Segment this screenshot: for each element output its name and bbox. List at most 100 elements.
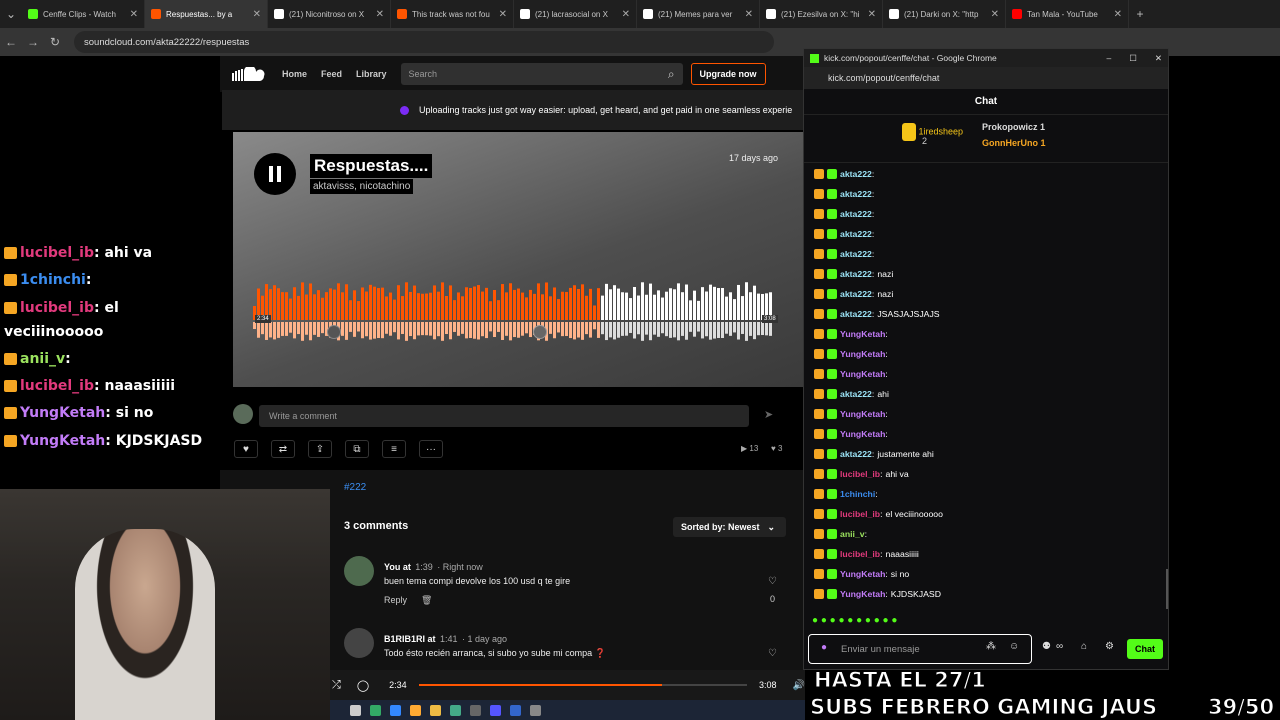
chat-username[interactable]: akta222 [840,249,872,259]
browser-tab[interactable]: (21) Memes para ver ✕ [637,0,760,28]
forward-icon[interactable]: → [22,35,44,49]
shuffle-icon[interactable]: ⤮ [332,679,341,692]
taskbar-app-icon[interactable] [490,704,501,716]
settings-icon[interactable] [530,704,541,716]
more-button[interactable]: ··· [419,440,443,458]
gift-icon[interactable]: ⚉ [1042,641,1051,652]
tab-close-icon[interactable]: ✕ [253,9,261,20]
browser-tab[interactable]: (21) Niconitroso on X ✕ [268,0,391,28]
chat-username[interactable]: anii_v [840,529,865,539]
maximize-icon[interactable]: ☐ [1129,53,1137,64]
nav-feed[interactable]: Feed [321,69,342,79]
browser-tab[interactable]: Tan Mala - YouTube ✕ [1006,0,1129,28]
chat-username[interactable]: akta222 [840,449,872,459]
chat-username[interactable]: lucibel_ib [840,509,880,519]
tab-close-icon[interactable]: ✕ [868,9,876,20]
comment-like-icon[interactable]: ♡ [768,648,777,659]
minimize-icon[interactable]: – [1107,53,1112,63]
back-icon[interactable]: ← [0,35,22,49]
tab-close-icon[interactable]: ✕ [622,9,630,20]
soundcloud-logo-icon[interactable] [232,67,268,81]
tab-close-icon[interactable]: ✕ [130,9,138,20]
chrome-icon[interactable] [450,704,461,716]
folder-icon[interactable] [430,704,441,716]
chat-username[interactable]: akta222 [840,309,872,319]
chat-username[interactable]: lucibel_ib [840,549,880,559]
comment-like-icon[interactable]: ♡ [768,576,777,587]
sort-dropdown[interactable]: Sorted by: Newest ⌄ [673,517,786,537]
nav-home[interactable]: Home [282,69,307,79]
comment-timestamp[interactable]: 1:39 [415,562,433,572]
browser-tab[interactable]: (21) Ezesilva on X: "hi ✕ [760,0,883,28]
chat-username[interactable]: YungKetah [840,369,885,379]
chat-username[interactable]: YungKetah [840,569,885,579]
comment-author[interactable]: B1RIB1RI at [384,634,436,644]
store-icon[interactable]: ⌂ [1081,641,1087,652]
comment-avatar[interactable] [344,556,374,586]
chat-username[interactable]: 1chinchi [840,489,875,499]
comment-avatar[interactable] [344,628,374,658]
url-field[interactable]: soundcloud.com/akta22222/respuestas [74,31,774,53]
comment-avatar-marker[interactable] [327,325,341,339]
like-button[interactable]: ♥ [234,440,258,458]
chat-username[interactable]: akta222 [840,209,872,219]
comment-author[interactable]: You at [384,562,411,572]
reload-icon[interactable]: ↻ [44,35,66,49]
taskbar-app-icon[interactable] [370,704,381,716]
browser-tab[interactable]: Cenffe Clips - Watch ✕ [22,0,145,28]
trash-icon[interactable]: 🗑 [421,595,432,606]
repost-button[interactable]: ⇄ [271,440,295,458]
close-icon[interactable]: ✕ [1155,53,1162,64]
track-tag[interactable]: #222 [344,482,366,493]
chat-username[interactable]: YungKetah [840,589,885,599]
infinity-icon[interactable]: ∞ [1056,641,1063,652]
tab-search-icon[interactable]: ⌄ [0,7,22,21]
tab-close-icon[interactable]: ✕ [991,9,999,20]
tab-close-icon[interactable]: ✕ [376,9,384,20]
chat-username[interactable]: akta222 [840,189,872,199]
chat-username[interactable]: YungKetah [840,329,885,339]
taskbar-app-icon[interactable] [390,704,401,716]
tab-close-icon[interactable]: ✕ [1114,9,1122,20]
browser-tab[interactable]: This track was not fou ✕ [391,0,514,28]
chat-username[interactable]: YungKetah [840,409,885,419]
chat-username[interactable]: akta222 [840,389,872,399]
comment-avatar-marker[interactable] [533,325,547,339]
comment-input[interactable]: Write a comment [259,405,749,427]
comment-timestamp[interactable]: 1:41 [440,634,458,644]
chat-username[interactable]: akta222 [840,169,872,179]
taskbar-app-icon[interactable] [470,704,481,716]
translate-icon[interactable]: ⁂ [986,641,996,652]
reply-button[interactable]: Reply [384,595,407,605]
tab-close-icon[interactable]: ✕ [499,9,507,20]
comment-bubble-icon[interactable]: ◯ [357,679,369,692]
pause-button[interactable] [254,153,296,195]
chat-scrollbar[interactable] [1166,569,1168,609]
taskbar-app-icon[interactable] [410,704,421,716]
leaderboard-name[interactable]: GonnHerUno [982,138,1038,148]
track-artists[interactable]: aktavisss, nicotachino [310,179,414,194]
share-button[interactable]: ⇪ [308,440,332,458]
upgrade-button[interactable]: Upgrade now [690,63,766,85]
volume-icon[interactable]: 🔊 [793,680,805,691]
microphone-icon[interactable]: ● [821,642,827,653]
progress-bar[interactable] [418,684,748,686]
copy-link-button[interactable]: ⧉ [345,440,369,458]
chat-username[interactable]: akta222 [840,289,872,299]
taskbar-app-icon[interactable] [350,704,361,716]
add-to-playlist-button[interactable]: ≡ [382,440,406,458]
chat-username[interactable]: akta222 [840,269,872,279]
emoji-icon[interactable]: ☺ [1009,641,1019,652]
nav-library[interactable]: Library [356,69,387,79]
chat-username[interactable]: lucibel_ib [840,469,880,479]
browser-tab[interactable]: (21) lacrasocial on X ✕ [514,0,637,28]
kick-url-bar[interactable]: kick.com/popout/cenffe/chat [804,67,1168,89]
gear-icon[interactable]: ⚙ [1105,641,1114,652]
search-input[interactable]: Search ⌕ [400,63,683,85]
send-icon[interactable]: ➤ [764,408,773,421]
browser-tab[interactable]: Respuestas... by a ✕ [145,0,268,28]
leaderboard-name[interactable]: Prokopowicz [982,122,1038,132]
tab-close-icon[interactable]: ✕ [745,9,753,20]
chat-username[interactable]: YungKetah [840,429,885,439]
chat-username[interactable]: akta222 [840,229,872,239]
